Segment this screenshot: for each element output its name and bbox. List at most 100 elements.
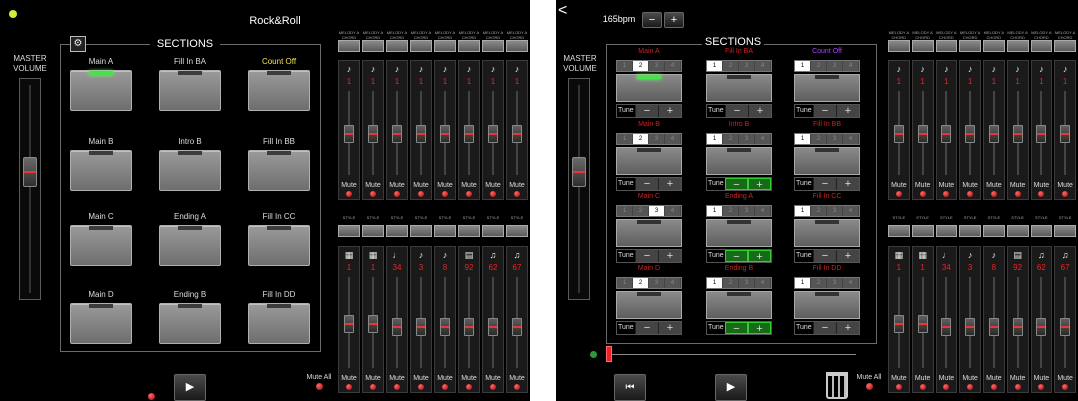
fader-knob[interactable] (512, 125, 522, 143)
section-pad[interactable] (159, 150, 221, 191)
channel-button[interactable]: MELODY A CHORD (362, 30, 384, 52)
channel-button[interactable]: STYLE (1054, 215, 1076, 237)
fader-knob[interactable] (440, 125, 450, 143)
variation-segment[interactable]: 4 (755, 134, 771, 144)
section-pad[interactable] (616, 147, 682, 175)
master-volume-slider[interactable] (19, 78, 41, 300)
channel-button[interactable]: STYLE (410, 215, 432, 237)
tune-increase-button[interactable]: + (658, 322, 681, 334)
mute-led[interactable] (394, 384, 400, 390)
channel-button-face[interactable] (888, 225, 910, 237)
tune-increase-button[interactable]: + (748, 322, 771, 335)
instrument-icon[interactable]: ♪ (889, 64, 909, 74)
variation-segment[interactable]: 1 (617, 134, 633, 144)
section-pad[interactable] (794, 291, 860, 319)
channel-button[interactable]: MELODY A CHORD (959, 30, 981, 52)
variation-segment[interactable]: 4 (755, 278, 771, 288)
channel-button[interactable]: MELODY A CHORD (386, 30, 408, 52)
mute-led[interactable] (1062, 384, 1069, 390)
fader-knob[interactable] (368, 315, 378, 333)
variation-segment[interactable]: 1 (617, 206, 633, 216)
channel-button[interactable]: STYLE (506, 215, 528, 237)
instrument-icon[interactable]: ♪ (960, 64, 980, 74)
section-pad[interactable] (70, 225, 132, 266)
instrument-icon[interactable]: ♪ (411, 250, 431, 260)
tune-decrease-button[interactable]: − (813, 250, 836, 262)
channel-button[interactable]: MELODY A CHORD (458, 30, 480, 52)
instrument-icon[interactable]: ▦ (913, 250, 933, 261)
channel-button-face[interactable] (338, 225, 360, 237)
tune-decrease-button[interactable]: − (813, 322, 836, 334)
fader-knob[interactable] (1012, 318, 1023, 336)
channel-button[interactable]: MELODY A CHORD (935, 30, 958, 52)
section-pad[interactable] (159, 225, 221, 266)
mute-led[interactable] (1038, 384, 1045, 390)
tune-decrease-button[interactable]: − (635, 105, 658, 117)
channel-button[interactable]: MELODY A CHORD (983, 30, 1005, 52)
mute-led[interactable] (490, 191, 496, 197)
instrument-icon[interactable]: ♪ (1055, 64, 1075, 74)
section-pad[interactable] (159, 303, 221, 344)
channel-button[interactable]: STYLE (338, 215, 360, 237)
channel-button[interactable]: STYLE (959, 215, 981, 237)
instrument-icon[interactable]: ♪ (984, 64, 1004, 74)
instrument-icon[interactable]: ▤ (459, 250, 479, 261)
instrument-icon[interactable]: ♫ (507, 250, 527, 260)
record-led[interactable] (148, 393, 155, 400)
tune-decrease-button[interactable]: − (635, 178, 658, 190)
instrument-icon[interactable]: ♫ (1055, 250, 1075, 260)
variation-segment[interactable]: 1 (795, 278, 811, 288)
channel-button[interactable]: MELODY A CHORD (1006, 30, 1029, 52)
variation-segment[interactable]: 4 (843, 278, 859, 288)
tune-increase-button[interactable]: + (748, 178, 771, 191)
variation-segment[interactable]: 2 (811, 278, 827, 288)
section-pad[interactable] (706, 74, 772, 102)
variation-segment[interactable]: 2 (633, 61, 649, 71)
instrument-icon[interactable]: ♪ (1032, 64, 1052, 74)
variation-segment[interactable]: 4 (665, 206, 681, 216)
fader-knob[interactable] (1036, 318, 1047, 336)
instrument-icon[interactable]: ♪ (913, 64, 933, 74)
section-pad[interactable] (616, 74, 682, 102)
channel-button-face[interactable] (482, 40, 504, 52)
variation-segment[interactable]: 3 (827, 61, 843, 71)
variation-segment[interactable]: 2 (633, 206, 649, 216)
mute-led[interactable] (466, 191, 472, 197)
mute-led[interactable] (967, 191, 974, 197)
channel-button[interactable]: MELODY A CHORD (911, 30, 934, 52)
mute-led[interactable] (943, 191, 950, 197)
fader-knob[interactable] (917, 315, 928, 333)
channel-button-face[interactable] (386, 40, 408, 52)
section-pad[interactable] (248, 225, 310, 266)
variation-segment[interactable]: 3 (649, 61, 665, 71)
section-pad[interactable] (706, 219, 772, 247)
fader-knob[interactable] (344, 125, 354, 143)
instrument-icon[interactable]: ♩ (937, 250, 957, 260)
channel-button[interactable]: STYLE (434, 215, 456, 237)
tune-decrease-button[interactable]: − (635, 322, 658, 334)
tune-increase-button[interactable]: + (836, 178, 859, 190)
mute-led[interactable] (418, 384, 424, 390)
fader-knob[interactable] (464, 318, 474, 336)
chevron-left-icon[interactable]: < (558, 3, 570, 20)
bpm-decrease-button[interactable]: − (642, 12, 662, 28)
channel-button-face[interactable] (959, 40, 981, 52)
instrument-icon[interactable]: ♪ (363, 64, 383, 74)
channel-button[interactable]: MELODY A CHORD (338, 30, 360, 52)
channel-button[interactable]: STYLE (1006, 215, 1029, 237)
fader-knob[interactable] (965, 318, 976, 336)
variation-segment[interactable]: 1 (617, 61, 633, 71)
mute-led[interactable] (490, 384, 496, 390)
variation-segment[interactable]: 3 (739, 61, 755, 71)
section-pad[interactable] (794, 147, 860, 175)
channel-button[interactable]: STYLE (983, 215, 1005, 237)
channel-button-face[interactable] (1030, 40, 1053, 52)
fader-knob[interactable] (988, 318, 999, 336)
mute-led[interactable] (990, 384, 997, 390)
channel-button[interactable]: STYLE (386, 215, 408, 237)
mute-led[interactable] (442, 384, 448, 390)
instrument-icon[interactable]: ♪ (411, 64, 431, 74)
instrument-icon[interactable]: ♪ (387, 64, 407, 74)
section-pad[interactable] (70, 150, 132, 191)
tune-decrease-button[interactable]: − (635, 250, 658, 262)
